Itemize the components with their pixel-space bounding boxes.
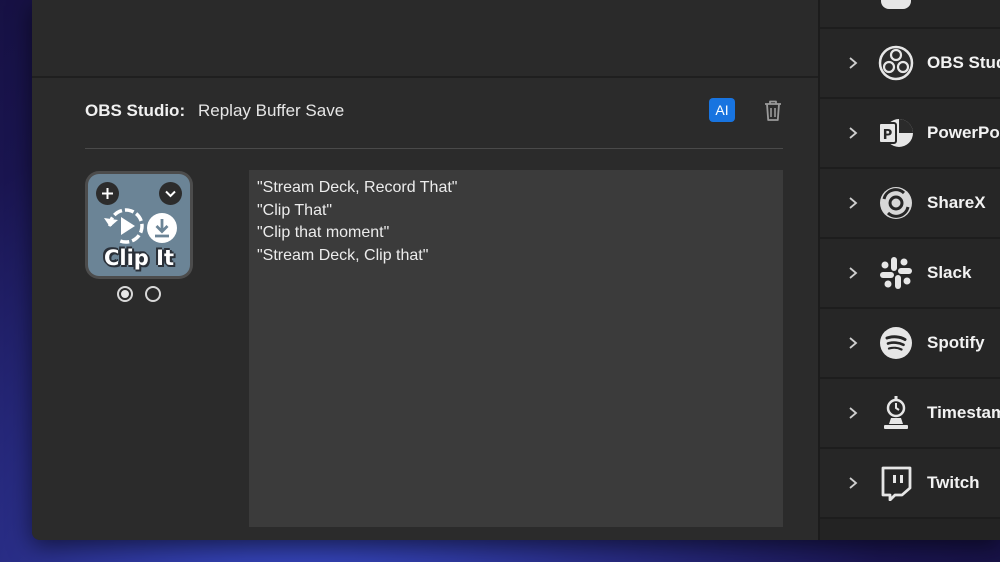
timestamp-icon bbox=[884, 396, 908, 429]
phrase-line: "Clip That" bbox=[257, 201, 333, 219]
slack-icon bbox=[880, 257, 912, 289]
header-divider bbox=[85, 148, 783, 149]
action-editor: OBS Studio: Replay Buffer Save AI Clip I… bbox=[32, 78, 818, 540]
ai-button[interactable]: AI bbox=[709, 98, 735, 122]
svg-text:P: P bbox=[883, 128, 893, 143]
state-radio-1[interactable] bbox=[117, 286, 133, 302]
chevron-down-icon bbox=[165, 190, 176, 198]
add-button[interactable] bbox=[96, 182, 119, 205]
key-title: Clip It bbox=[103, 246, 174, 270]
sidebar-item-twitch[interactable]: Twitch bbox=[820, 449, 1000, 519]
sidebar-item-label: Timestam bbox=[927, 403, 1000, 422]
twitch-icon bbox=[881, 466, 912, 501]
chevron-right-icon bbox=[849, 337, 858, 349]
plugin-name: OBS Studio: bbox=[85, 101, 186, 120]
app-window: OBS Studio: Replay Buffer Save AI Clip I… bbox=[32, 0, 1000, 540]
sidebar-item-powerpoint[interactable]: P PowerPoi bbox=[820, 99, 1000, 169]
phrase-line: "Stream Deck, Clip that" bbox=[257, 246, 429, 264]
sidebar-item-partial[interactable] bbox=[820, 0, 1000, 29]
sharex-icon bbox=[880, 187, 912, 219]
key-options-dropdown[interactable] bbox=[159, 182, 182, 205]
chevron-right-icon bbox=[849, 197, 858, 209]
state-selector bbox=[117, 286, 167, 302]
chevron-right-icon bbox=[849, 57, 858, 69]
sidebar-item-label: ShareX bbox=[927, 193, 986, 212]
spotify-icon bbox=[880, 327, 912, 359]
key-face: Clip It bbox=[88, 174, 190, 276]
powerpoint-icon: P bbox=[878, 119, 913, 147]
sidebar-item-label: OBS Studi bbox=[927, 53, 1000, 72]
replay-icon bbox=[104, 208, 144, 244]
sidebar-item-label: Slack bbox=[927, 263, 972, 282]
sidebar-item-spotify[interactable]: Spotify bbox=[820, 309, 1000, 379]
sidebar-item-timestamp[interactable]: Timestam bbox=[820, 379, 1000, 449]
sidebar-item-sharex[interactable]: ShareX bbox=[820, 169, 1000, 239]
voice-phrases-field[interactable]: "Stream Deck, Record That" "Clip That" "… bbox=[249, 170, 783, 527]
download-icon bbox=[147, 213, 177, 243]
action-header: OBS Studio: Replay Buffer Save AI bbox=[85, 98, 783, 128]
plugin-sidebar: OBS Studi P PowerPoi ShareX bbox=[818, 0, 1000, 540]
chevron-right-icon bbox=[849, 127, 858, 139]
key-preview[interactable]: Clip It bbox=[85, 171, 193, 279]
sidebar-item-label: PowerPoi bbox=[927, 123, 1000, 142]
plus-icon bbox=[102, 188, 113, 199]
top-pane bbox=[32, 0, 818, 78]
trash-icon bbox=[765, 100, 781, 121]
sidebar-item-label: Spotify bbox=[927, 333, 985, 352]
obs-icon bbox=[878, 45, 914, 81]
sidebar-item-obs-studio[interactable]: OBS Studi bbox=[820, 29, 1000, 99]
chevron-right-icon bbox=[849, 267, 858, 279]
chevron-right-icon bbox=[849, 407, 858, 419]
app-icon bbox=[881, 0, 911, 9]
phrase-line: "Stream Deck, Record That" bbox=[257, 179, 458, 196]
chevron-right-icon bbox=[849, 477, 858, 489]
delete-button[interactable] bbox=[761, 98, 785, 124]
sidebar-item-slack[interactable]: Slack bbox=[820, 239, 1000, 309]
sidebar-item-label: Twitch bbox=[927, 473, 980, 492]
state-radio-2[interactable] bbox=[145, 286, 161, 302]
phrase-line: "Clip that moment" bbox=[257, 224, 390, 241]
action-name: Replay Buffer Save bbox=[198, 101, 345, 120]
